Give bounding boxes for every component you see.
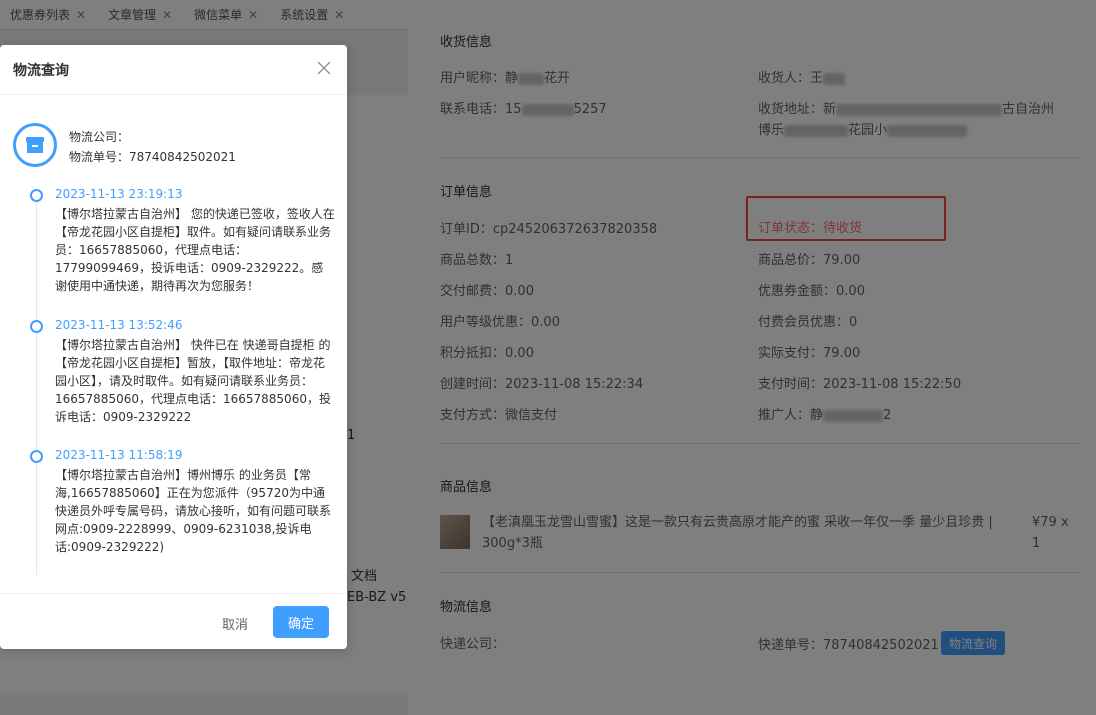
- dialog-footer: 取消 确定: [0, 593, 347, 649]
- package-icon: [13, 123, 57, 167]
- level-discount-field: 用户等级优惠：0.00: [440, 315, 560, 330]
- receiver-field: 收货人：王: [758, 67, 846, 86]
- address-field-line2: 博乐 花园小: [758, 119, 968, 138]
- logistics-query-dialog: 物流查询 物流公司： 物流单号：78740842502021 2023-11-1…: [0, 45, 347, 649]
- paid-time-field: 支付时间：2023-11-08 15:22:50: [758, 377, 962, 392]
- pay-method-field: 支付方式：微信支付: [440, 408, 558, 423]
- divider: [440, 443, 1080, 444]
- timeline-time: 2023-11-13 23:19:13: [55, 187, 183, 201]
- timeline-dot-icon: [30, 189, 43, 202]
- courier-text: 物流公司： 物流单号：78740842502021: [69, 127, 236, 167]
- timeline-text: 【博尔塔拉蒙古自治州】博州博乐 的业务员【常海,16657885060】正在为您…: [55, 468, 332, 554]
- total-qty-field: 商品总数：1: [440, 253, 514, 268]
- divider: [440, 572, 1080, 573]
- timeline-text: 【博尔塔拉蒙古自治州】 快件已在 快递哥自提柜 的【帝龙花园小区自提柜】暂放，【…: [55, 338, 331, 424]
- redacted-blur: [836, 103, 1003, 116]
- timeline-dot-icon: [30, 320, 43, 333]
- order-info-title: 订单信息: [440, 185, 493, 200]
- postage-field: 交付邮费：0.00: [440, 284, 534, 299]
- product-info-title: 商品信息: [440, 480, 493, 495]
- timeline-dot-icon: [30, 450, 43, 463]
- order-id-field: 订单ID：cp245206372637820358: [440, 222, 658, 237]
- created-time-field: 创建时间：2023-11-08 15:22:34: [440, 377, 644, 392]
- highlight-box: [746, 196, 946, 241]
- redacted-blur: [887, 124, 968, 137]
- timeline-time: 2023-11-13 13:52:46: [55, 318, 183, 332]
- redacted-blur: [823, 409, 884, 422]
- courier-tracking-label: 物流单号：78740842502021: [69, 150, 236, 164]
- confirm-button[interactable]: 确定: [273, 606, 329, 638]
- promoter-field: 推广人：静 2: [758, 408, 892, 423]
- dialog-header: 物流查询: [0, 45, 347, 95]
- product-price: ¥79 x 1: [1032, 515, 1069, 551]
- cancel-button[interactable]: 取消: [210, 607, 260, 639]
- timeline-text: 【博尔塔拉蒙古自治州】 您的快递已签收，签收人在【帝龙花园小区自提柜】取件。如有…: [55, 207, 335, 293]
- receiving-info-title: 收货信息: [440, 35, 493, 50]
- phone-field: 联系电话：15 5257: [440, 102, 607, 117]
- courier-company-field: 快递公司：: [440, 637, 506, 652]
- nickname-field: 用户昵称：静 花开: [440, 71, 571, 86]
- redacted-blur: [784, 124, 849, 137]
- product-name: 【老滇凰玉龙雪山雪蜜】这是一款只有云贵高原才能产的蜜 采收一年仅一季 量少且珍贵…: [482, 515, 993, 551]
- points-field: 积分抵扣：0.00: [440, 346, 534, 361]
- timeline-time: 2023-11-13 11:58:19: [55, 448, 183, 462]
- close-icon[interactable]: [317, 61, 331, 75]
- member-discount-field: 付费会员优惠：0: [758, 315, 858, 330]
- dialog-title: 物流查询: [13, 62, 69, 79]
- redacted-blur: [518, 72, 545, 85]
- actual-pay-field: 实际支付：79.00: [758, 346, 861, 361]
- redacted-blur: [823, 72, 846, 85]
- logistics-query-button[interactable]: 物流查询: [941, 631, 1005, 655]
- divider: [440, 157, 1080, 158]
- total-price-field: 商品总价：79.00: [758, 253, 861, 268]
- tracking-number-field: 快递单号：78740842502021: [758, 638, 939, 653]
- logistics-info-title: 物流信息: [440, 600, 493, 615]
- courier-company-label: 物流公司：: [69, 130, 130, 144]
- timeline-line: [36, 201, 37, 575]
- coupon-field: 优惠券金额：0.00: [758, 284, 865, 299]
- address-field-line1: 收货地址：新 古自治州: [758, 102, 1055, 117]
- product-thumbnail: [440, 515, 470, 549]
- redacted-blur: [521, 103, 574, 116]
- order-detail-drawer: 收货信息 用户昵称：静 花开 收货人：王 联系电话：15 5257 收货地址：新 古自…: [408, 0, 1096, 715]
